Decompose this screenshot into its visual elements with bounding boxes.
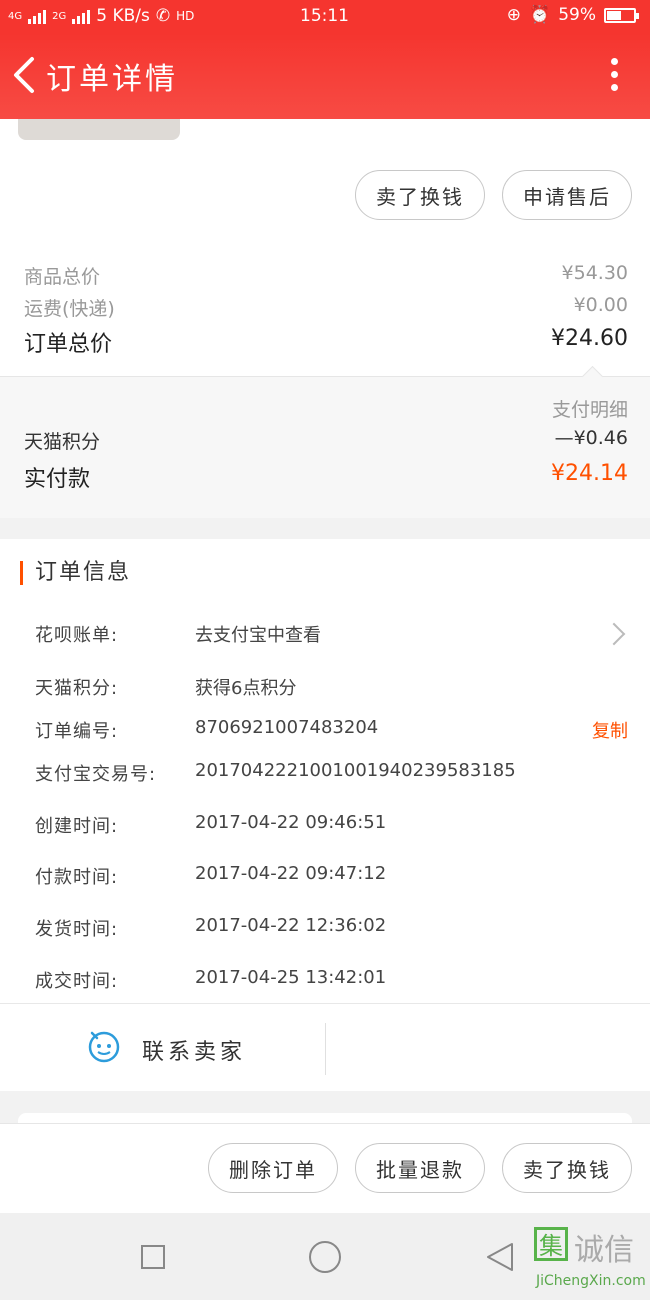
- points-value: —¥0.46: [554, 427, 628, 449]
- shipping-value: ¥0.00: [573, 294, 628, 316]
- product-image[interactable]: [18, 119, 180, 140]
- hd-label: HD: [176, 9, 195, 23]
- next-card-edge: [18, 1113, 632, 1123]
- sell-exchange-bottom-button[interactable]: 卖了换钱: [502, 1143, 632, 1193]
- clock: 15:11: [300, 6, 349, 26]
- watermark-logo: 集 诚信 JiChengXin.com: [530, 1223, 650, 1300]
- contact-seller-button[interactable]: 联系卖家: [0, 1003, 325, 1091]
- notch: [581, 365, 604, 388]
- info-row-order-no: 订单编号: 870692100748320​4 复制: [35, 717, 628, 743]
- watermark-sub: JiChengXin.com: [536, 1273, 646, 1289]
- info-row-shipped: 发货时间: 2017-04-22 12:36:02: [35, 915, 628, 941]
- order-summary-card: 卖了换钱 申请售后 商品总价 ¥54.30 运费(快递) ¥0.00 订单总价 …: [0, 119, 650, 518]
- home-icon[interactable]: [309, 1241, 341, 1273]
- info-value: 2017-04-22 12:36:02: [195, 915, 387, 936]
- status-right: ⊕ ⏰ 59%: [506, 5, 639, 25]
- vertical-separator: [325, 1023, 326, 1075]
- status-left: 4G 2G 5 KB/s ✆ HD: [8, 6, 194, 26]
- battery-percent: 59%: [558, 5, 596, 25]
- info-value: 870692100748320​4: [195, 717, 379, 738]
- net-speed: 5 KB/s: [96, 6, 150, 26]
- paid-label: 实付款: [24, 467, 91, 492]
- more-menu-icon[interactable]: [608, 58, 620, 94]
- after-sale-button[interactable]: 申请售后: [502, 170, 632, 220]
- goods-total-row: 商品总价 ¥54.30: [24, 262, 628, 289]
- status-bar: 4G 2G 5 KB/s ✆ HD 15:11 ⊕ ⏰ 59%: [0, 0, 650, 34]
- chat-face-icon: [88, 1031, 120, 1063]
- bottom-action-bar: 删除订单 批量退款 卖了换钱: [0, 1123, 650, 1214]
- network-label-2: 2G: [52, 10, 67, 22]
- info-value: 2017-04-22 09:46:51: [195, 812, 387, 833]
- sell-exchange-button[interactable]: 卖了换钱: [355, 170, 485, 220]
- info-key: 成交时间:: [35, 971, 119, 992]
- watermark-box: 集: [534, 1227, 568, 1261]
- order-total-value: ¥24.60: [551, 326, 628, 351]
- points-row: 天猫积分 —¥0.46: [24, 427, 628, 454]
- info-row-paid: 付款时间: 2017-04-22 09:47:12: [35, 863, 628, 889]
- goods-total-value: ¥54.30: [561, 262, 628, 284]
- page-title: 订单详情: [46, 62, 178, 97]
- info-value: 2017-04-22 09:47:12: [195, 863, 387, 884]
- payment-detail-row: 支付明细: [24, 395, 628, 422]
- payment-block: 支付明细 天猫积分 —¥0.46 实付款 ¥24.14: [0, 365, 650, 518]
- info-key: 付款时间:: [35, 867, 119, 888]
- info-value: 获得6点积分: [195, 678, 297, 699]
- system-back-icon[interactable]: [484, 1241, 516, 1273]
- contact-seller-label: 联系卖家: [142, 1040, 247, 1065]
- battery-fill: [607, 10, 622, 20]
- paid-value: ¥24.14: [551, 461, 628, 486]
- alarm-icon: ⏰: [529, 5, 551, 25]
- info-key: 支付宝交易号:: [35, 764, 157, 785]
- signal-icon-2: [72, 8, 91, 24]
- back-arrow-icon[interactable]: [10, 55, 40, 95]
- shipping-row: 运费(快递) ¥0.00: [24, 294, 628, 321]
- info-row-huabei[interactable]: 花呗账单: 去支付宝中查看: [35, 621, 628, 647]
- delete-order-button[interactable]: 删除订单: [208, 1143, 338, 1193]
- info-value: 2017042221001001940239583185: [195, 760, 516, 781]
- payment-detail-link[interactable]: 支付明细: [552, 395, 628, 422]
- info-key: 发货时间:: [35, 919, 119, 940]
- info-row-alipay-no: 支付宝交易号: 2017042221001001940239583185: [35, 760, 628, 786]
- recent-apps-icon[interactable]: [141, 1245, 165, 1269]
- order-total-label: 订单总价: [24, 332, 113, 357]
- info-value: 去支付宝中查看: [195, 625, 321, 646]
- batch-refund-button[interactable]: 批量退款: [355, 1143, 485, 1193]
- watermark-text: 诚信: [574, 1233, 634, 1268]
- info-key: 花呗账单:: [35, 625, 119, 646]
- info-row-created: 创建时间: 2017-04-22 09:46:51: [35, 812, 628, 838]
- order-total-row: 订单总价 ¥24.60: [24, 326, 628, 358]
- network-label: 4G: [8, 10, 23, 22]
- signal-icon: [28, 8, 47, 24]
- info-key: 创建时间:: [35, 816, 119, 837]
- paid-row: 实付款 ¥24.14: [24, 461, 628, 493]
- info-value: 2017-04-25 13:42:01: [195, 967, 387, 988]
- order-info-card: 订单信息 花呗账单: 去支付宝中查看 天猫积分: 获得6点积分 订单编号: 87…: [0, 539, 650, 1091]
- lock-rotation-icon: ⊕: [506, 5, 522, 25]
- phone-icon: ✆: [155, 6, 171, 26]
- nav-bar: 订单详情: [0, 34, 650, 119]
- info-row-completed: 成交时间: 2017-04-25 13:42:01: [35, 967, 628, 993]
- copy-button[interactable]: 复制: [592, 717, 628, 743]
- info-key: 天猫积分:: [35, 678, 119, 699]
- order-info-title: 订单信息: [20, 561, 131, 585]
- info-row-points: 天猫积分: 获得6点积分: [35, 674, 628, 700]
- goods-total-label: 商品总价: [24, 266, 101, 288]
- shipping-label: 运费(快递): [24, 298, 115, 320]
- points-label: 天猫积分: [24, 431, 101, 453]
- battery-icon: [604, 7, 639, 23]
- info-key: 订单编号:: [35, 721, 119, 742]
